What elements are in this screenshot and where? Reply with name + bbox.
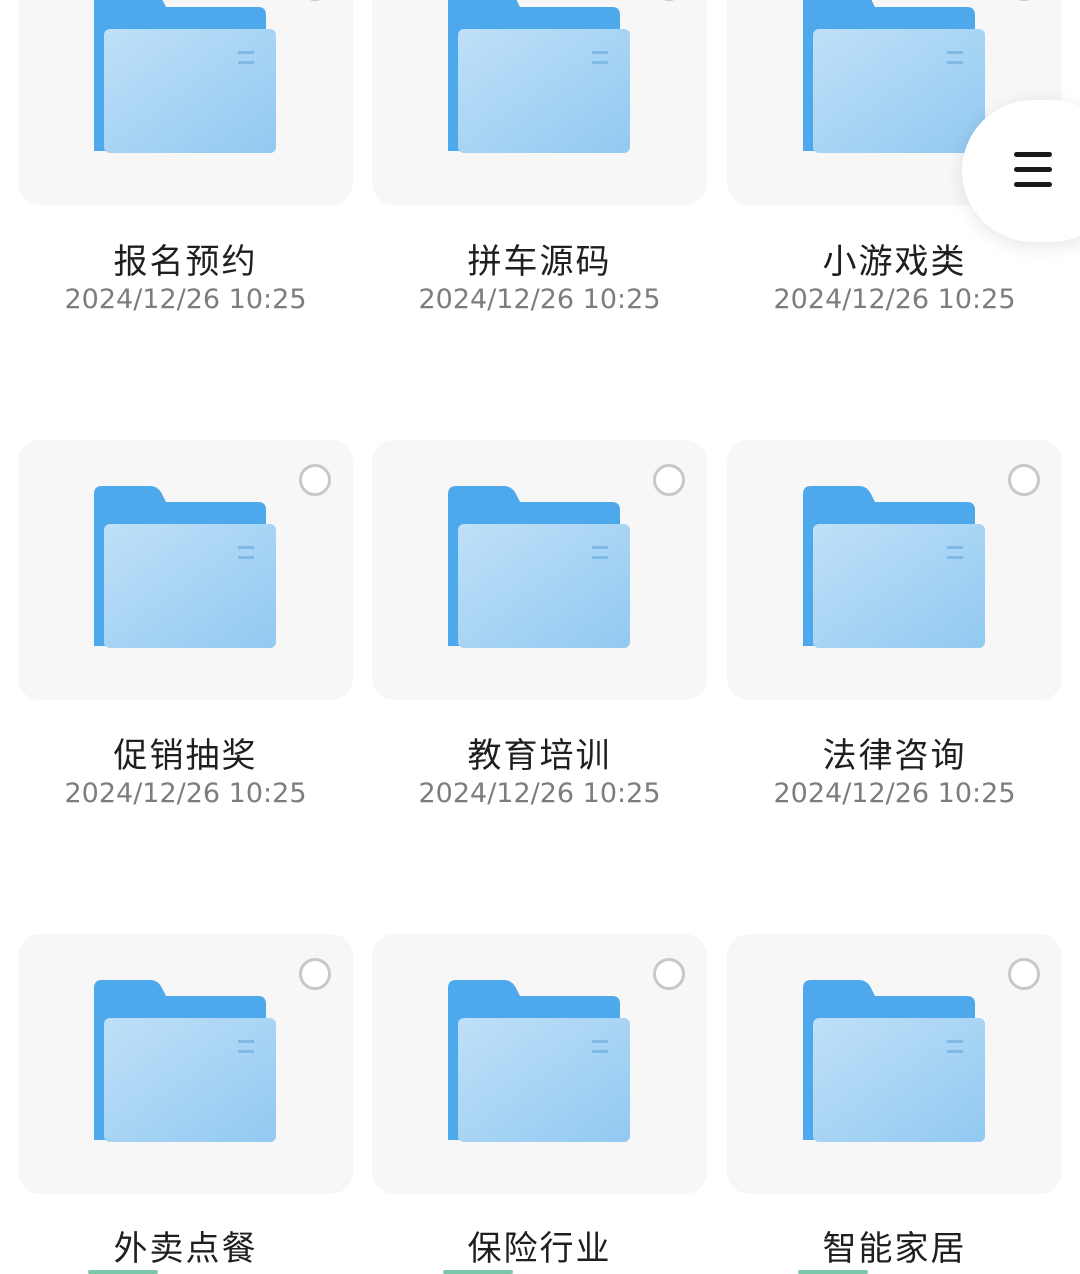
folder-card[interactable] [372,440,707,700]
folder-date: 2024/12/26 10:25 [773,284,1016,315]
select-circle[interactable] [653,464,685,496]
scroll-hint [443,1270,513,1274]
folder-date: 2024/12/26 10:25 [418,284,661,315]
folder-name: 拼车源码 [467,242,612,282]
folder-date: 2024/12/26 10:25 [64,284,307,315]
scroll-hint [88,1270,158,1274]
folder-icon [803,486,985,648]
select-circle[interactable] [1008,464,1040,496]
folder-icon [448,980,630,1142]
select-circle[interactable] [299,0,331,1]
select-circle[interactable] [653,0,685,1]
folder-icon [94,0,276,153]
folder-name: 智能家居 [822,1229,967,1269]
folder-icon [448,0,630,153]
folder-card[interactable] [18,0,353,205]
folder-name: 小游戏类 [822,242,967,282]
folder-name: 保险行业 [467,1229,612,1269]
folder-grid: 报名预约 2024/12/26 10:25 拼车源码 2024/12/26 10… [0,0,1080,1274]
folder-name: 外卖点餐 [113,1229,258,1269]
select-circle[interactable] [1008,958,1040,990]
select-circle[interactable] [653,958,685,990]
folder-card[interactable] [372,0,707,205]
folder-card[interactable] [727,934,1062,1194]
folder-date: 2024/12/26 10:25 [64,778,307,809]
folder-icon [448,486,630,648]
folder-date: 2024/12/26 10:25 [418,778,661,809]
folder-date: 2024/12/26 10:25 [773,778,1016,809]
select-circle[interactable] [299,958,331,990]
folder-icon [803,0,985,153]
folder-name: 法律咨询 [822,736,967,776]
folder-card[interactable] [727,440,1062,700]
folder-name: 报名预约 [113,242,258,282]
select-circle[interactable] [1008,0,1040,1]
folder-name: 促销抽奖 [113,736,258,776]
folder-card[interactable] [18,934,353,1194]
folder-icon [803,980,985,1142]
folder-card[interactable] [18,440,353,700]
folder-card[interactable] [372,934,707,1194]
folder-icon [94,486,276,648]
folder-icon [94,980,276,1142]
scroll-hint [798,1270,868,1274]
select-circle[interactable] [299,464,331,496]
folder-name: 教育培训 [467,736,612,776]
